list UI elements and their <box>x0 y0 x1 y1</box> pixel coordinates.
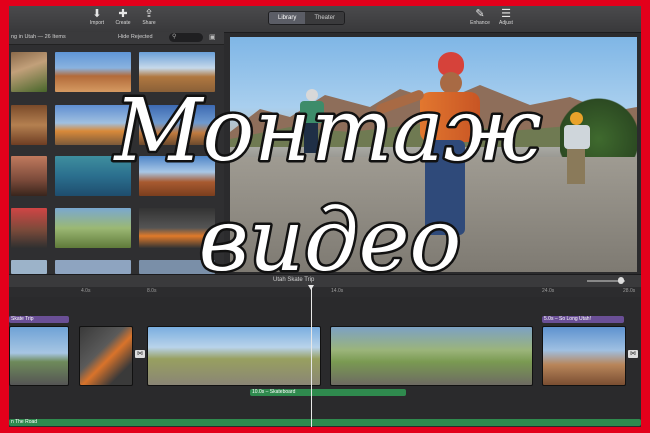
clip-thumbnail[interactable] <box>139 208 215 248</box>
video-viewer[interactable] <box>230 37 637 272</box>
ruler-tick: 8.0s <box>147 288 157 294</box>
cutaway-clip[interactable]: 10.0s – Skateboard <box>250 389 406 396</box>
time-ruler: 4.0s 8.0s 14.0s 24.0s 28.0s <box>9 287 641 297</box>
clip-thumbnail[interactable] <box>55 260 131 274</box>
clip-thumbnail[interactable] <box>139 105 215 145</box>
clip-thumbnail[interactable] <box>139 156 215 196</box>
title-clip[interactable]: Skate Trip <box>9 316 69 323</box>
clip-thumbnail[interactable] <box>55 105 131 145</box>
clip-thumbnail[interactable] <box>11 156 47 196</box>
magic-wand-icon: ✎ <box>475 8 485 20</box>
plus-icon: ✚ <box>118 8 128 20</box>
playhead-marker[interactable] <box>308 285 314 290</box>
toolbar: ⬇ Import ✚ Create ⇪ Share Library Theate… <box>9 6 641 33</box>
filmstrip-toggle-icon[interactable]: ▣ <box>209 33 216 41</box>
video-clip[interactable] <box>542 326 626 386</box>
import-icon: ⬇ <box>92 8 102 20</box>
tab-theater[interactable]: Theater <box>305 12 345 24</box>
video-clip[interactable] <box>330 326 533 386</box>
ruler-tick: 4.0s <box>81 288 91 294</box>
clip-thumbnail[interactable] <box>139 260 215 274</box>
adjust-button[interactable]: ☰ Adjust <box>492 8 520 26</box>
share-label: Share <box>142 20 156 26</box>
create-label: Create <box>115 20 131 26</box>
video-clip[interactable] <box>147 326 321 386</box>
media-browser: ng in Utah — 26 Items Hide Rejected ⚲ ▣ <box>9 32 224 274</box>
video-clip[interactable] <box>9 326 69 386</box>
music-track[interactable]: n The Road <box>9 419 641 426</box>
enhance-label: Enhance <box>470 20 490 26</box>
clip-thumbnail[interactable] <box>11 260 47 274</box>
video-clip[interactable] <box>79 326 133 386</box>
skater-right <box>552 112 602 192</box>
transition-icon[interactable]: ⋈ <box>628 350 638 358</box>
adjust-label: Adjust <box>499 20 513 26</box>
clip-thumbnail[interactable] <box>11 52 47 92</box>
clip-thumbnail[interactable] <box>55 208 131 248</box>
ruler-tick: 24.0s <box>542 288 555 294</box>
search-icon: ⚲ <box>172 34 177 40</box>
clip-thumbnail[interactable] <box>139 52 215 92</box>
skater-main <box>374 52 500 252</box>
hide-rejected-filter[interactable]: Hide Rejected <box>118 34 153 40</box>
ruler-tick: 14.0s <box>331 288 344 294</box>
title-clip[interactable]: 5.0s – So Long Utah! <box>542 316 624 323</box>
clip-thumbnail[interactable] <box>11 208 47 248</box>
clip-thumbnail[interactable] <box>55 52 131 92</box>
zoom-knob[interactable] <box>618 277 624 284</box>
ruler-tick: 28.0s <box>623 288 636 294</box>
library-theater-switch: Library Theater <box>268 11 346 25</box>
browser-header: ng in Utah — 26 Items Hide Rejected ⚲ ▣ <box>9 32 224 45</box>
import-label: Import <box>89 20 105 26</box>
skater-left <box>292 89 332 159</box>
tab-library[interactable]: Library <box>269 12 306 24</box>
create-button[interactable]: ✚ Create <box>109 8 137 26</box>
transition-icon[interactable]: ⋈ <box>135 350 145 358</box>
sliders-icon: ☰ <box>501 8 511 20</box>
share-button[interactable]: ⇪ Share <box>135 8 163 26</box>
timeline[interactable]: Skate Trip 5.0s – So Long Utah! ⋈ ⋈ 10.0… <box>9 297 641 427</box>
share-icon: ⇪ <box>144 8 154 20</box>
enhance-button[interactable]: ✎ Enhance <box>466 8 494 26</box>
import-button[interactable]: ⬇ Import <box>83 8 111 26</box>
clip-thumbnail[interactable] <box>55 156 131 196</box>
clip-thumbnail[interactable] <box>11 105 47 145</box>
search-field[interactable]: ⚲ <box>169 33 203 42</box>
playhead[interactable] <box>311 287 312 427</box>
project-title: Utah Skate Trip <box>273 277 315 283</box>
event-title: ng in Utah — 26 Items <box>11 34 66 40</box>
imovie-window: ⬇ Import ✚ Create ⇪ Share Library Theate… <box>9 6 641 427</box>
